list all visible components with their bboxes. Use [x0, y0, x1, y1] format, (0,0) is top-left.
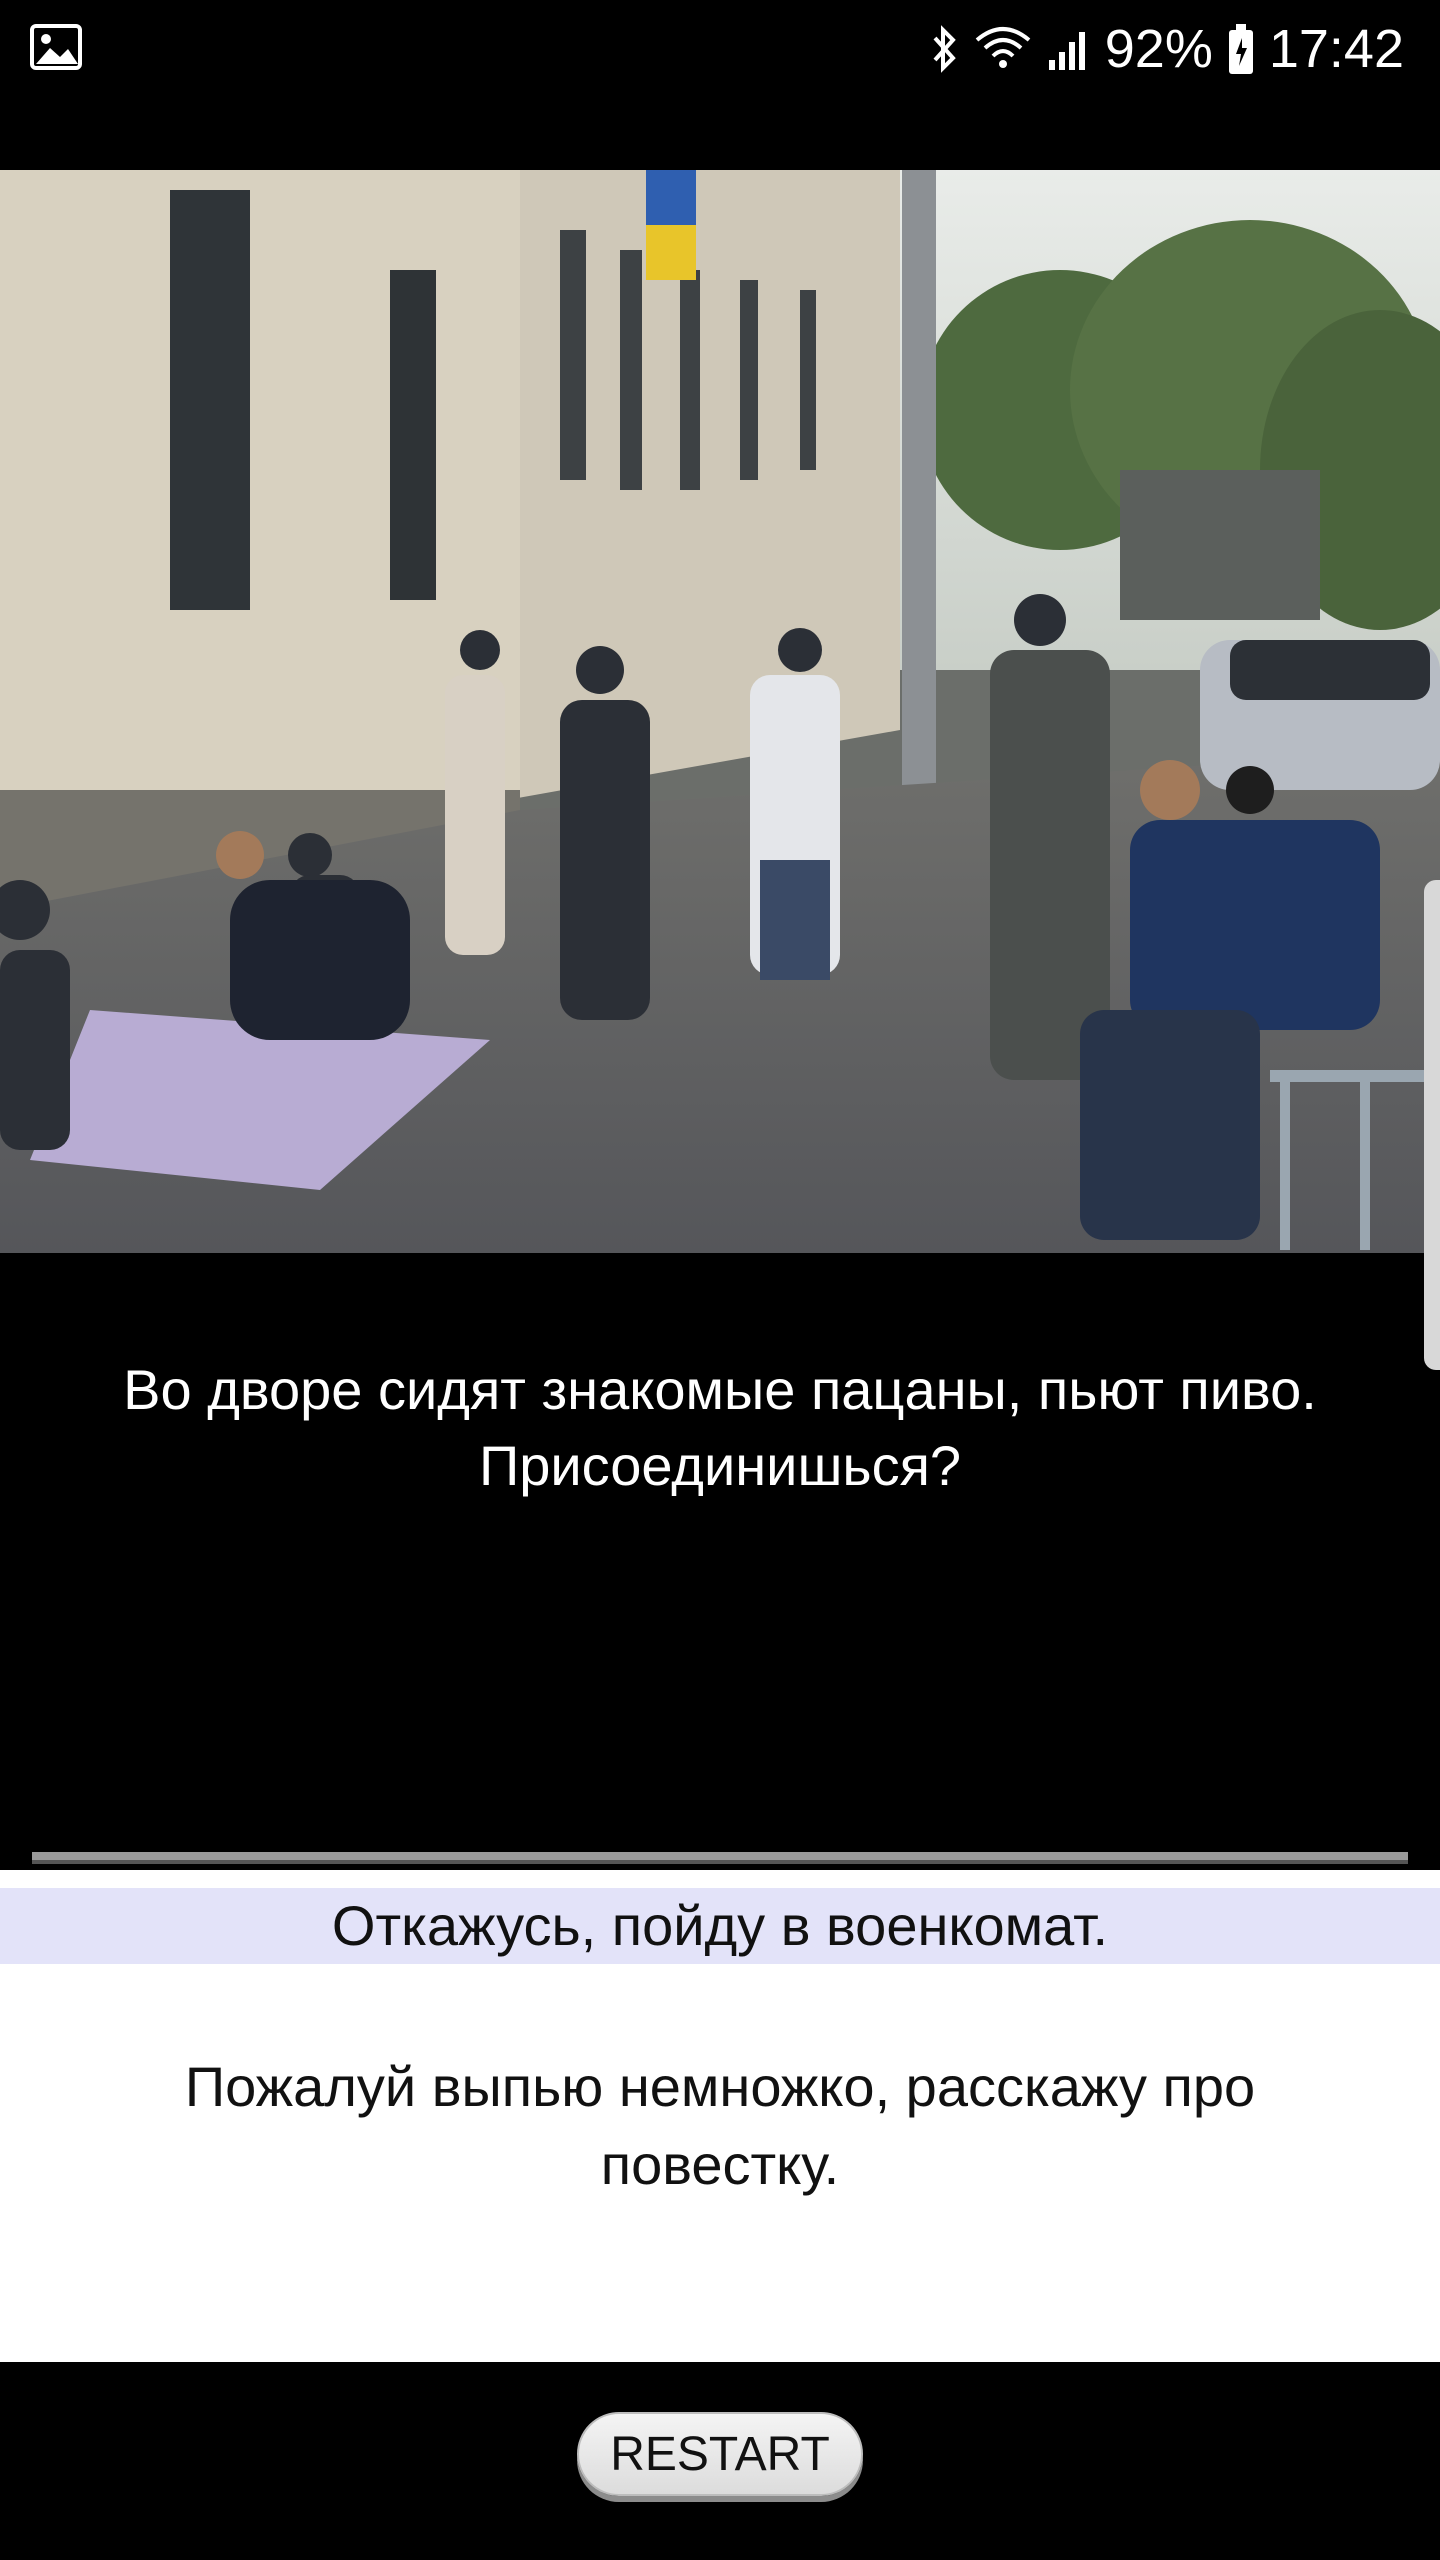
- scrollbar[interactable]: [1424, 880, 1440, 1370]
- gallery-notification-icon: [30, 24, 82, 70]
- battery-icon: [1227, 22, 1255, 76]
- question-line-1: Во дворе сидят знакомые пацаны, пьют пив…: [123, 1358, 1317, 1421]
- wifi-icon: [973, 24, 1033, 74]
- scene-photo: [0, 170, 1440, 1253]
- answers-panel: Откажусь, пойду в военкомат. Пожалуй вып…: [0, 1870, 1440, 2362]
- question-text: Во дворе сидят знакомые пацаны, пьют пив…: [0, 1352, 1440, 1504]
- status-bar: 92% 17:42: [0, 0, 1440, 100]
- answer-option-1[interactable]: Откажусь, пойду в военкомат.: [0, 1888, 1440, 1964]
- game-screen: 92% 17:42 Во дворе сидят знакомые пацаны…: [0, 0, 1440, 2560]
- bluetooth-icon: [929, 24, 959, 74]
- restart-button[interactable]: RESTART: [577, 2412, 863, 2496]
- divider: [32, 1852, 1408, 1864]
- clock: 17:42: [1268, 19, 1404, 79]
- question-line-2: Присоединишься?: [478, 1434, 962, 1497]
- battery-percentage: 92%: [1104, 19, 1213, 79]
- status-icons: 92% 17:42: [929, 14, 1404, 84]
- signal-icon: [1047, 24, 1091, 74]
- answer-option-2[interactable]: Пожалуй выпью немножко, расскажу про пов…: [60, 2048, 1380, 2208]
